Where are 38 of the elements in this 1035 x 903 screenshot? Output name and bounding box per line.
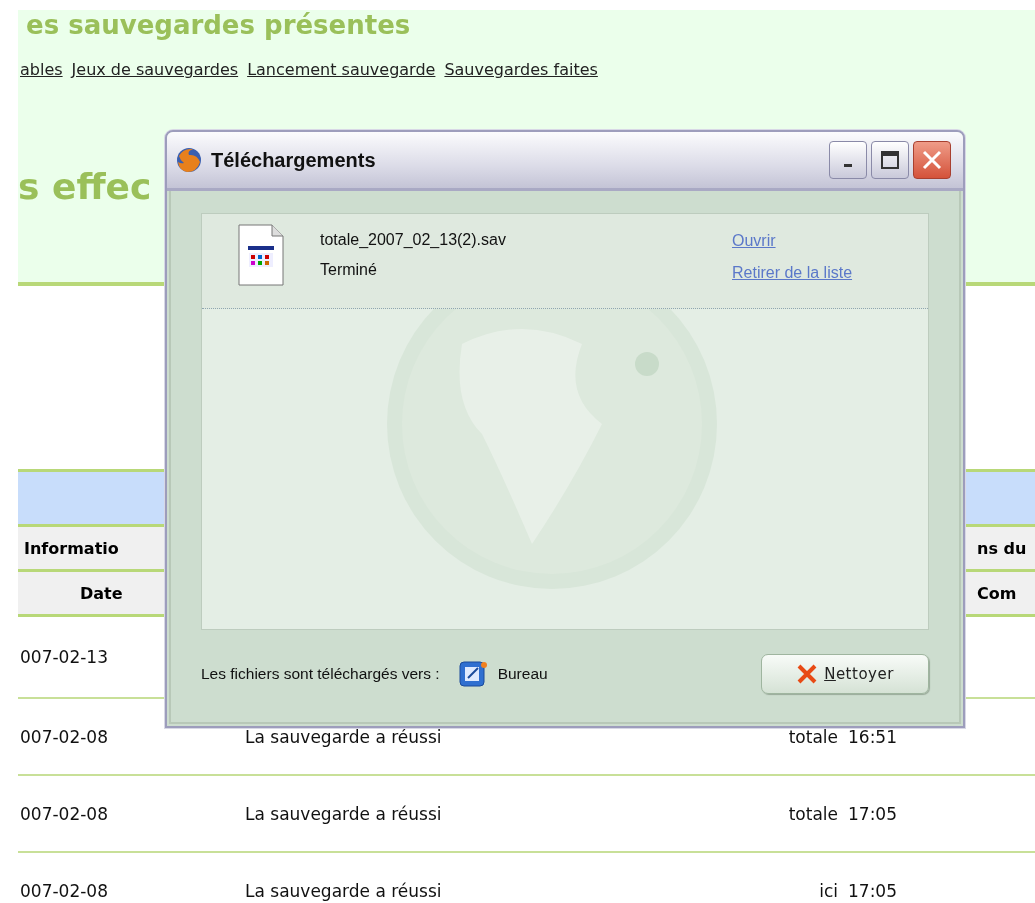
table-cell-text: 17:05 bbox=[847, 803, 898, 824]
section-heading: s effec bbox=[18, 165, 153, 209]
clean-up-button[interactable]: Nettoyer bbox=[761, 654, 929, 694]
column-header: ns du bbox=[977, 538, 1028, 558]
table-cell-text: ici bbox=[818, 880, 838, 901]
nav-link[interactable]: Jeux de sauvegardes bbox=[71, 60, 239, 79]
file-name: totale_2007_02_13(2).sav bbox=[320, 231, 507, 249]
column-header: Date bbox=[80, 583, 123, 603]
cross-icon bbox=[796, 663, 819, 685]
table-cell-text: La sauvegarde a réussi bbox=[245, 880, 443, 901]
close-icon bbox=[921, 149, 943, 171]
table-cell-text: 007-02-13 bbox=[19, 647, 109, 667]
table-cell-text: totale bbox=[787, 803, 838, 824]
table-cell-text: totale bbox=[787, 726, 838, 747]
table-cell-text: 007-02-08 bbox=[19, 880, 109, 901]
table-cell-text: La sauvegarde a réussi bbox=[245, 726, 443, 747]
close-button[interactable] bbox=[913, 141, 951, 179]
table-cell-text: 007-02-08 bbox=[19, 803, 109, 824]
maximize-button[interactable] bbox=[871, 141, 909, 179]
folder-label: Les fichiers sont téléchargés vers : bbox=[201, 665, 440, 683]
minimize-icon bbox=[844, 163, 852, 167]
table-cell-text: 16:51 bbox=[847, 726, 898, 747]
document-icon bbox=[238, 224, 284, 286]
nav-link[interactable]: Lancement sauvegarde bbox=[247, 60, 436, 79]
nav-link[interactable]: Sauvegardes faites bbox=[444, 60, 598, 79]
window-title: Téléchargements bbox=[211, 148, 377, 172]
column-header: Com bbox=[977, 583, 1018, 603]
maximize-icon bbox=[880, 150, 900, 170]
nav-link[interactable]: ables bbox=[20, 60, 63, 79]
page-heading: es sauvegardes présentes bbox=[26, 10, 412, 40]
folder-name: Bureau bbox=[497, 665, 548, 683]
column-header: Informatio bbox=[24, 538, 119, 558]
table-cell-text: La sauvegarde a réussi bbox=[245, 803, 443, 824]
table-cell-text: 17:05 bbox=[847, 880, 898, 901]
download-status: Terminé bbox=[320, 261, 378, 279]
globe-fox-icon bbox=[175, 146, 203, 174]
desktop-folder-icon bbox=[457, 659, 488, 689]
table-cell-text: 007-02-08 bbox=[19, 726, 109, 747]
